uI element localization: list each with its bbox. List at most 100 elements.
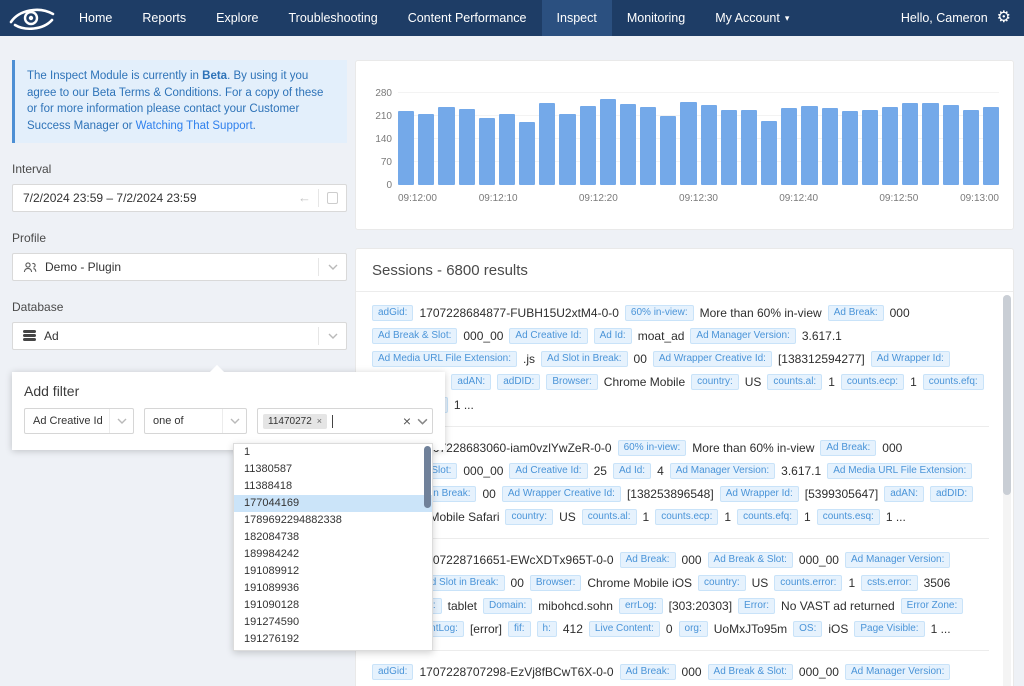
nav-item-troubleshooting[interactable]: Troubleshooting bbox=[274, 0, 393, 36]
popup-title: Add filter bbox=[12, 372, 445, 399]
sessions-scrollbar[interactable] bbox=[1003, 295, 1011, 686]
badge-label: Ad Slot in Break: bbox=[541, 351, 627, 367]
badge-value: 1707228683060-iam0vzlYwZeR-0-0 bbox=[419, 441, 611, 455]
option-189984242[interactable]: 189984242 bbox=[234, 546, 432, 563]
badge-value: Mobile Safari bbox=[429, 510, 499, 524]
badge-label: Page Visible: bbox=[854, 621, 924, 637]
option-177044169[interactable]: 177044169 bbox=[234, 495, 432, 512]
clear-all-icon[interactable]: × bbox=[403, 413, 411, 429]
interval-calendar-button[interactable] bbox=[319, 185, 346, 211]
popup-filter-row: Ad Creative Id one of 11470272 × × bbox=[12, 399, 445, 434]
badge-label: country: bbox=[698, 575, 746, 591]
users-icon bbox=[23, 261, 37, 273]
interval-back-button[interactable]: ← bbox=[291, 185, 318, 211]
filter-field-chevron[interactable] bbox=[109, 409, 133, 433]
badge-label: counts.efq: bbox=[923, 374, 984, 390]
badge-value: 1 bbox=[848, 576, 855, 590]
nav-item-explore[interactable]: Explore bbox=[201, 0, 273, 36]
profile-select[interactable]: Demo - Plugin bbox=[12, 253, 347, 281]
settings-gear-icon[interactable]: ⚙ bbox=[997, 10, 1011, 26]
option-191274590[interactable]: 191274590 bbox=[234, 614, 432, 631]
filter-operator-chevron[interactable] bbox=[222, 409, 246, 433]
filter-field-value: Ad Creative Id bbox=[25, 415, 109, 427]
badge-label: Ad Creative Id: bbox=[509, 463, 587, 479]
badge-value: 1 bbox=[804, 510, 811, 524]
bar bbox=[580, 106, 596, 185]
bar bbox=[459, 109, 475, 185]
nav-item-reports[interactable]: Reports bbox=[127, 0, 201, 36]
option-191089912[interactable]: 191089912 bbox=[234, 563, 432, 580]
filter-value-chip[interactable]: 11470272 × bbox=[263, 414, 327, 429]
nav-item-home[interactable]: Home bbox=[64, 0, 127, 36]
interval-input[interactable]: 7/2/2024 23:59 – 7/2/2024 23:59 ← bbox=[12, 184, 347, 212]
badge-label: 60% in-view: bbox=[625, 305, 694, 321]
profile-chevron[interactable] bbox=[319, 254, 346, 280]
badge-label: Browser: bbox=[530, 575, 581, 591]
y-axis-tick: 70 bbox=[362, 157, 392, 168]
x-axis-tick: 09:12:00 bbox=[398, 193, 437, 204]
badge-value: .js bbox=[523, 352, 535, 366]
nav-items: HomeReportsExploreTroubleshootingContent… bbox=[64, 0, 804, 36]
y-axis-tick: 280 bbox=[362, 88, 392, 99]
badge-value: 412 bbox=[563, 622, 583, 636]
badge-label: adDID: bbox=[930, 486, 973, 502]
option-1789692294882338[interactable]: 1789692294882338 bbox=[234, 512, 432, 529]
option-191276192[interactable]: 191276192 bbox=[234, 631, 432, 648]
chip-remove-icon[interactable]: × bbox=[317, 416, 322, 426]
badge-label: Ad Break & Slot: bbox=[372, 328, 457, 344]
bar bbox=[660, 116, 676, 185]
badge-label: OS: bbox=[793, 621, 822, 637]
option-1[interactable]: 1 bbox=[234, 444, 432, 461]
badge-value: 000_00 bbox=[463, 464, 503, 478]
nav-item-monitoring[interactable]: Monitoring bbox=[612, 0, 700, 36]
badge-value: 000_00 bbox=[463, 329, 503, 343]
bar bbox=[822, 108, 838, 185]
badge-value: 00 bbox=[634, 352, 647, 366]
nav-item-content-performance[interactable]: Content Performance bbox=[393, 0, 542, 36]
sessions-scrollbar-thumb[interactable] bbox=[1003, 295, 1011, 495]
nav-item-my-account[interactable]: My Account▾ bbox=[700, 0, 804, 36]
filter-field-select[interactable]: Ad Creative Id bbox=[24, 408, 134, 434]
bar bbox=[640, 107, 656, 185]
chevron-down-icon[interactable] bbox=[417, 418, 428, 425]
badge-value: 3.617.1 bbox=[802, 329, 842, 343]
add-filter-popup: Add filter Ad Creative Id one of 1147027… bbox=[12, 372, 445, 450]
filter-values-input[interactable]: 11470272 × × bbox=[257, 408, 433, 434]
notice-text-3: . bbox=[253, 120, 256, 132]
database-select[interactable]: Ad bbox=[12, 322, 347, 350]
option-191089936[interactable]: 191089936 bbox=[234, 580, 432, 597]
watching-that-logo-icon[interactable] bbox=[0, 0, 64, 36]
nav-item-inspect[interactable]: Inspect bbox=[542, 0, 612, 36]
filter-operator-select[interactable]: one of bbox=[144, 408, 247, 434]
badge-label: csts.error: bbox=[861, 575, 917, 591]
badge-label: Ad Manager Version: bbox=[845, 664, 950, 680]
navbar: HomeReportsExploreTroubleshootingContent… bbox=[0, 0, 1024, 36]
badge-label: counts.al: bbox=[767, 374, 822, 390]
badge-value: iOS bbox=[828, 622, 848, 636]
badge-label: Ad Creative Id: bbox=[509, 328, 587, 344]
option-182084738[interactable]: 182084738 bbox=[234, 529, 432, 546]
badge-label: Ad Break: bbox=[620, 552, 676, 568]
database-chevron[interactable] bbox=[319, 323, 346, 349]
badge-label: Ad Id: bbox=[594, 328, 632, 344]
filter-operator-value: one of bbox=[145, 415, 222, 427]
option-11388418[interactable]: 11388418 bbox=[234, 478, 432, 495]
option-191090128[interactable]: 191090128 bbox=[234, 597, 432, 614]
badge-label: counts.al: bbox=[582, 509, 637, 525]
badge-label: counts.ecp: bbox=[655, 509, 718, 525]
bar bbox=[801, 106, 817, 185]
badge-value: No VAST ad returned bbox=[781, 599, 895, 613]
support-link[interactable]: Watching That Support bbox=[136, 120, 253, 132]
sessions-list: adGid:1707228684877-FUBH15U2xtM4-0-060% … bbox=[356, 292, 1013, 686]
x-axis-tick: 09:13:00 bbox=[960, 193, 999, 204]
option-11380587[interactable]: 11380587 bbox=[234, 461, 432, 478]
bar bbox=[761, 121, 777, 185]
filter-options-dropdown: 1113805871138841817704416917896922948823… bbox=[233, 443, 433, 651]
nav-right: Hello, Cameron ⚙ bbox=[901, 0, 1024, 36]
dropdown-scrollbar-thumb[interactable] bbox=[424, 446, 431, 508]
badge-value: 3506 bbox=[924, 576, 951, 590]
chart-x-axis: 09:12:0009:12:1009:12:2009:12:3009:12:40… bbox=[398, 193, 999, 207]
chevron-down-icon bbox=[328, 333, 338, 339]
badge-label: Ad Media URL File Extension: bbox=[372, 351, 517, 367]
badge-label: adGid: bbox=[372, 305, 413, 321]
